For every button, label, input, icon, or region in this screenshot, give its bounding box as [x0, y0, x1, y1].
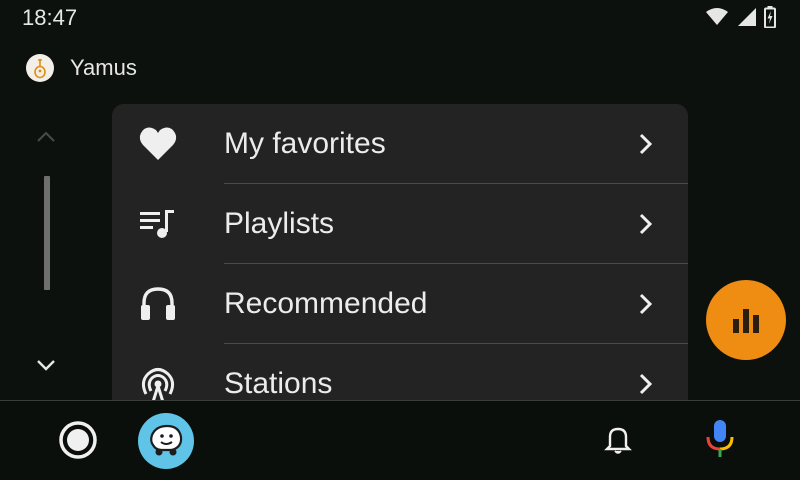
- chevron-right-icon: [639, 373, 653, 395]
- notifications-button[interactable]: [602, 423, 634, 460]
- home-circle-icon: [59, 421, 97, 459]
- waze-icon: [150, 424, 183, 456]
- menu-item-label: Stations: [224, 367, 333, 400]
- bell-icon: [604, 427, 632, 454]
- wifi-icon: [706, 8, 728, 25]
- status-icons: [706, 6, 776, 28]
- status-bar: 18:47: [0, 0, 800, 34]
- bottom-nav-bar: [0, 400, 800, 480]
- heart-icon: [138, 126, 178, 162]
- now-playing-button[interactable]: [706, 280, 786, 360]
- chevron-down-icon: [37, 360, 55, 371]
- playlist-icon: [138, 206, 178, 242]
- google-mic-icon: [706, 420, 734, 457]
- home-button[interactable]: [58, 420, 98, 460]
- menu-item-my-favorites[interactable]: My favorites: [112, 104, 688, 184]
- scroll-up-button[interactable]: [34, 124, 58, 153]
- radio-tower-icon: [138, 366, 178, 400]
- cell-signal-icon: [738, 8, 756, 26]
- yamus-logo-icon: [26, 54, 54, 82]
- waze-button[interactable]: [138, 413, 194, 469]
- battery-charging-icon: [764, 6, 776, 28]
- menu-item-label: Playlists: [224, 207, 335, 240]
- scrollbar-thumb[interactable]: [44, 176, 50, 290]
- menu-item-recommended[interactable]: Recommended: [112, 264, 688, 344]
- menu-item-label: My favorites: [224, 127, 386, 160]
- app-header: Yamus: [26, 54, 137, 82]
- headphones-icon: [138, 286, 178, 322]
- scroll-down-button[interactable]: [34, 352, 58, 381]
- chevron-right-icon: [639, 293, 653, 315]
- menu-item-playlists[interactable]: Playlists: [112, 184, 688, 264]
- equalizer-icon: [733, 309, 759, 333]
- menu-item-stations[interactable]: Stations: [112, 344, 688, 400]
- menu-item-label: Recommended: [224, 287, 428, 320]
- app-name: Yamus: [70, 55, 137, 80]
- chevron-right-icon: [639, 133, 653, 155]
- voice-assistant-button[interactable]: [704, 419, 736, 464]
- chevron-up-icon: [37, 131, 55, 142]
- chevron-right-icon: [639, 213, 653, 235]
- clock: 18:47: [22, 5, 78, 30]
- browse-menu: My favorites Playlists Recommended Stati…: [112, 104, 688, 400]
